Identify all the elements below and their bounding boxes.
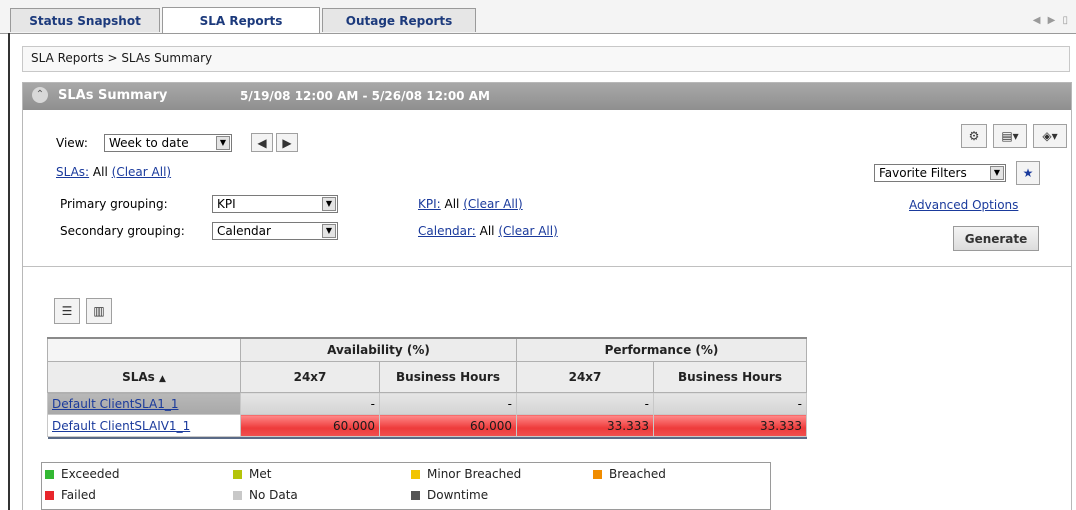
chevron-down-icon: ▼ — [216, 136, 230, 150]
previous-period-icon[interactable]: ◀ — [251, 133, 273, 152]
column-header-performance-business-hours[interactable]: Business Hours — [653, 361, 807, 393]
legend-label: Breached — [609, 467, 666, 481]
primary-grouping-label: Primary grouping: — [60, 197, 168, 211]
legend-item-failed: Failed — [45, 488, 96, 502]
generate-button[interactable]: Generate — [953, 226, 1039, 251]
value-cell: 60.000 — [379, 414, 517, 437]
legend-label: Met — [249, 467, 272, 481]
legend-item-downtime: Downtime — [411, 488, 488, 502]
primary-grouping-select[interactable]: KPI ▼ — [212, 195, 338, 213]
calendar-filter: Calendar: All (Clear All) — [418, 224, 558, 238]
secondary-grouping-value: Calendar — [217, 224, 271, 238]
kpi-value: All — [444, 197, 460, 211]
sla-name-cell: Default ClientSLA1_1 — [47, 392, 241, 415]
table-footer-bar — [47, 436, 807, 439]
panel-title: SLAs Summary — [58, 88, 168, 103]
legend-label: Failed — [61, 488, 96, 502]
calendar-clear-all-link[interactable]: (Clear All) — [498, 224, 557, 238]
chevron-down-icon: ▼ — [990, 166, 1004, 180]
group-header-availability: Availability (%) — [240, 337, 517, 362]
tab-outage-reports[interactable]: Outage Reports — [322, 8, 476, 32]
value-cell: - — [653, 392, 807, 415]
legend-swatch — [411, 469, 420, 479]
legend-swatch — [45, 490, 54, 500]
export-icon[interactable]: ▤▾ — [993, 124, 1027, 148]
list-view-icon[interactable]: ☰ — [54, 298, 80, 324]
column-view-icon[interactable]: ▥ — [86, 298, 112, 324]
value-cell: 33.333 — [516, 414, 654, 437]
slas-value: All — [92, 165, 108, 179]
legend-item-minor-breached: Minor Breached — [411, 467, 521, 481]
legend-item-breached: Breached — [593, 467, 666, 481]
publish-icon[interactable]: ◈▾ — [1033, 124, 1067, 148]
value-cell: 60.000 — [240, 414, 380, 437]
legend-label: No Data — [249, 488, 298, 502]
legend-label: Exceeded — [61, 467, 120, 481]
slas-link[interactable]: SLAs: — [56, 165, 89, 179]
add-favorite-star-icon[interactable]: ★ — [1016, 161, 1040, 185]
column-header-availability-24x7[interactable]: 24x7 — [240, 361, 380, 393]
primary-grouping-value: KPI — [217, 197, 236, 211]
panel-header: SLAs Summary 5/19/08 12:00 AM - 5/26/08 … — [23, 83, 1071, 110]
chevron-down-icon: ▼ — [322, 224, 336, 238]
legend-item-no-data: No Data — [233, 488, 298, 502]
sla-name-link[interactable]: Default ClientSLA1_1 — [52, 397, 178, 411]
legend-label: Minor Breached — [427, 467, 522, 481]
value-cell: - — [240, 392, 380, 415]
legend-item-exceeded: Exceeded — [45, 467, 119, 481]
kpi-link[interactable]: KPI: — [418, 197, 441, 211]
table-bottom-rule — [47, 436, 807, 439]
legend-swatch — [233, 490, 242, 500]
column-header-availability-business-hours[interactable]: Business Hours — [379, 361, 517, 393]
slas-filter: SLAs: All (Clear All) — [56, 165, 171, 179]
view-label: View: — [56, 136, 88, 150]
panel-date-range: 5/19/08 12:00 AM - 5/26/08 12:00 AM — [240, 89, 490, 103]
sla-name-cell: Default ClientSLAIV1_1 — [47, 414, 241, 437]
next-period-icon[interactable]: ▶ — [276, 133, 298, 152]
legend-swatch — [45, 469, 54, 479]
legend-swatch — [233, 469, 242, 479]
table-row: Default ClientSLA1_1 - - - - — [47, 392, 807, 415]
legend-swatch — [593, 469, 602, 479]
tab-sla-reports[interactable]: SLA Reports — [162, 7, 320, 33]
view-select-value: Week to date — [109, 136, 189, 150]
secondary-grouping-label: Secondary grouping: — [60, 224, 185, 238]
view-select[interactable]: Week to date ▼ — [104, 134, 232, 152]
legend-swatch — [411, 490, 420, 500]
value-cell: - — [516, 392, 654, 415]
left-frame-border — [8, 33, 10, 510]
tab-scroll-arrows-icon[interactable]: ◀ ▶ ▯ — [1033, 15, 1070, 26]
value-cell: 33.333 — [653, 414, 807, 437]
kpi-clear-all-link[interactable]: (Clear All) — [463, 197, 522, 211]
chevron-down-icon: ▼ — [322, 197, 336, 211]
value-cell: - — [379, 392, 517, 415]
legend-item-met: Met — [233, 467, 271, 481]
column-header-slas-label: SLAs — [122, 370, 155, 384]
group-header-performance: Performance (%) — [516, 337, 807, 362]
collapse-icon[interactable]: ⌃ — [32, 87, 48, 103]
legend-label: Downtime — [427, 488, 489, 502]
secondary-grouping-select[interactable]: Calendar ▼ — [212, 222, 338, 240]
sla-summary-table: Availability (%) Performance (%) SLAs ▲ … — [47, 337, 807, 439]
column-header-performance-24x7[interactable]: 24x7 — [516, 361, 654, 393]
column-header-slas[interactable]: SLAs ▲ — [47, 361, 241, 393]
empty-header-cell — [47, 337, 241, 362]
favorite-filters-value: Favorite Filters — [879, 166, 967, 180]
calendar-link[interactable]: Calendar: — [418, 224, 476, 238]
slas-clear-all-link[interactable]: (Clear All) — [112, 165, 171, 179]
favorite-filters-select[interactable]: Favorite Filters ▼ — [874, 164, 1006, 182]
tab-status-snapshot[interactable]: Status Snapshot — [10, 8, 160, 32]
kpi-filter: KPI: All (Clear All) — [418, 197, 523, 211]
separator — [23, 266, 1071, 267]
advanced-options-link[interactable]: Advanced Options — [909, 198, 1018, 212]
sla-name-link[interactable]: Default ClientSLAIV1_1 — [52, 419, 190, 433]
table-row: Default ClientSLAIV1_1 60.000 60.000 33.… — [47, 414, 807, 437]
breadcrumb: SLA Reports > SLAs Summary — [22, 46, 1070, 72]
print-settings-icon[interactable]: ⚙ — [961, 124, 987, 148]
sort-ascending-icon: ▲ — [158, 374, 166, 384]
calendar-value: All — [479, 224, 495, 238]
